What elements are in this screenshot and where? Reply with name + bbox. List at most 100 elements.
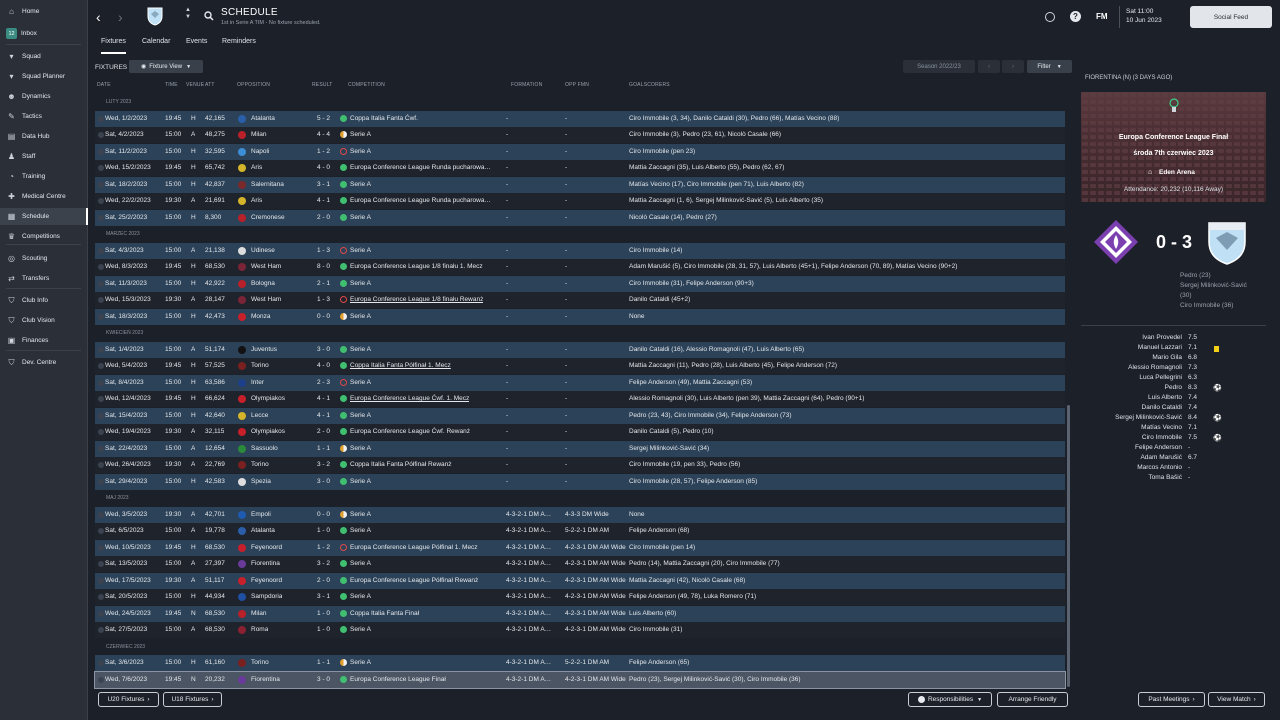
lineup-row[interactable]: Adam Marušić 6.7	[1078, 454, 1266, 464]
fixture-row[interactable]: Wed, 19/4/2023 19:30 A 32,115 Olympiakos 2 - …	[95, 424, 1065, 440]
lineup-row[interactable]: Marcos Antonio -	[1078, 464, 1266, 474]
opposition-name[interactable]: Torino	[251, 358, 269, 374]
sidebar-item-dynamics[interactable]: ☻ Dynamics	[0, 88, 88, 105]
fixture-row[interactable]: Wed, 24/5/2023 19:45 N 68,530 Milan 1 - 0 Copp…	[95, 605, 1065, 622]
competition-name[interactable]: Serie A	[350, 556, 371, 572]
tab-fixtures[interactable]: Fixtures	[101, 38, 126, 54]
fixture-row[interactable]: Wed, 15/3/2023 19:30 A 28,147 West Ham 1 - 3 E…	[95, 292, 1065, 308]
sidebar-item-squad-planner[interactable]: ▾ Squad Planner	[0, 68, 88, 85]
competition-name[interactable]: Serie A	[350, 408, 371, 424]
sidebar-item-schedule[interactable]: ▦ Schedule	[0, 208, 88, 225]
fixture-row[interactable]: Wed, 1/2/2023 19:45 H 42,165 Atalanta 5 - 2 Co…	[95, 110, 1065, 127]
lineup-row[interactable]: Alessio Romagnoli 7.3	[1078, 364, 1266, 374]
lineup-row[interactable]: Mario Gila 6.8	[1078, 354, 1266, 364]
fixture-row[interactable]: Wed, 17/5/2023 19:30 A 51,117 Feyenoord 2 - 0…	[95, 572, 1065, 589]
fixture-row[interactable]: Wed, 26/4/2023 19:30 A 22,769 Torino 3 - 2 Cop…	[95, 457, 1065, 473]
row-select-radio[interactable]	[98, 511, 104, 518]
competition-name[interactable]: Serie A	[350, 589, 371, 605]
view-match-button[interactable]: View Match ›	[1208, 692, 1265, 707]
fixture-row[interactable]: Sat, 1/4/2023 15:00 A 51,174 Juventus 3 - 0 Se…	[95, 341, 1065, 358]
competition-name[interactable]: Europa Conference League Półfinał Rewanż	[350, 573, 478, 589]
row-select-radio[interactable]	[98, 577, 104, 584]
competition-name[interactable]: Serie A	[350, 474, 371, 490]
opposition-name[interactable]: Sampdoria	[251, 589, 282, 605]
fixture-row[interactable]: Sat, 18/2/2023 15:00 H 42,837 Salernitana 3 -…	[95, 176, 1065, 193]
column-header-formation[interactable]: FORMATION	[511, 82, 542, 88]
lazio-crest-icon[interactable]	[1206, 220, 1248, 266]
competition-name[interactable]: Serie A	[350, 309, 371, 325]
row-select-radio[interactable]	[98, 544, 104, 551]
opposition-name[interactable]: Olympiakos	[251, 424, 285, 440]
sidebar-item-club-vision[interactable]: ⛉ Club Vision	[0, 312, 88, 329]
competition-name[interactable]: Serie A	[350, 375, 371, 391]
column-header-opposition[interactable]: OPPOSITION	[237, 82, 270, 88]
social-feed-button[interactable]: Social Feed	[1190, 6, 1272, 28]
competition-name[interactable]: Europa Conference League Ćwf. 1. Mecz	[350, 391, 469, 407]
fixture-row[interactable]: Wed, 22/2/2023 19:30 A 21,691 Aris 4 - 1 Europ…	[95, 193, 1065, 209]
competition-name[interactable]: Serie A	[350, 655, 371, 671]
tab-calendar[interactable]: Calendar	[142, 38, 170, 50]
row-select-radio[interactable]	[98, 676, 104, 683]
opposition-name[interactable]: Cremonese	[251, 210, 285, 226]
opposition-name[interactable]: Milan	[251, 606, 267, 622]
help-icon[interactable]: ?	[1070, 11, 1081, 22]
column-header-result[interactable]: RESULT	[312, 82, 333, 88]
opposition-name[interactable]: Salernitana	[251, 177, 284, 193]
row-select-radio[interactable]	[98, 528, 104, 534]
club-badge-icon[interactable]	[1045, 12, 1055, 22]
row-select-radio[interactable]	[98, 660, 104, 666]
lineup-row[interactable]: Manuel Lazzari 7.1	[1078, 344, 1266, 354]
row-select-radio[interactable]	[98, 363, 104, 369]
row-select-radio[interactable]	[98, 115, 104, 122]
lineup-row[interactable]: Pedro 8.3 ⚽	[1078, 384, 1266, 394]
lineup-row[interactable]: Felipe Anderson -	[1078, 444, 1266, 454]
competition-name[interactable]: Europa Conference League Runda pucharowa…	[350, 193, 491, 209]
sidebar-item-inbox[interactable]: 12 Inbox	[0, 25, 88, 42]
row-select-radio[interactable]	[98, 412, 104, 419]
competition-name[interactable]: Serie A	[350, 276, 371, 292]
sidebar-item-tactics[interactable]: ✎ Tactics	[0, 108, 88, 125]
column-header-competition[interactable]: COMPETITION	[348, 82, 385, 88]
lineup-row[interactable]: Luca Pellegrini 6.3	[1078, 374, 1266, 384]
row-select-radio[interactable]	[98, 429, 104, 435]
column-header-date[interactable]: DATE	[97, 82, 111, 88]
column-header-venue[interactable]: VENUE	[186, 82, 204, 88]
competition-name[interactable]: Serie A	[350, 342, 371, 358]
competition-name[interactable]: Europa Conference League Ćwf. Rewanż	[350, 424, 470, 440]
row-select-radio[interactable]	[98, 445, 104, 452]
arrange-friendly-button[interactable]: Arrange Friendly	[997, 692, 1068, 707]
row-select-radio[interactable]	[98, 462, 104, 468]
row-select-radio[interactable]	[98, 627, 104, 633]
row-select-radio[interactable]	[98, 561, 104, 567]
fixture-row[interactable]: Sat, 13/5/2023 15:00 A 27,397 Fiorentina 3 - …	[95, 556, 1065, 572]
sidebar-item-home[interactable]: ⌂ Home	[0, 3, 88, 20]
competition-name[interactable]: Europa Conference League 1/8 finału Rewa…	[350, 292, 483, 308]
opposition-name[interactable]: Milan	[251, 127, 267, 143]
opposition-name[interactable]: Torino	[251, 457, 269, 473]
row-select-radio[interactable]	[98, 264, 104, 270]
row-select-radio[interactable]	[98, 148, 104, 155]
opposition-name[interactable]: Sassuolo	[251, 441, 278, 457]
fixture-row[interactable]: Sat, 6/5/2023 15:00 A 19,778 Atalanta 1 - 0 Se…	[95, 523, 1065, 539]
fixture-row[interactable]: Sat, 29/4/2023 15:00 H 42,583 Spezia 3 - 0 Ser…	[95, 473, 1065, 490]
tab-reminders[interactable]: Reminders	[222, 38, 256, 50]
opposition-name[interactable]: Spezia	[251, 474, 271, 490]
sidebar-item-data-hub[interactable]: ▤ Data Hub	[0, 128, 88, 145]
competition-name[interactable]: Europa Conference League Półfinał 1. Mec…	[350, 540, 478, 556]
fixture-row[interactable]: Sat, 15/4/2023 15:00 H 42,640 Lecce 4 - 1 Seri…	[95, 407, 1065, 424]
row-select-radio[interactable]	[98, 165, 104, 171]
row-select-radio[interactable]	[98, 214, 104, 221]
opposition-name[interactable]: Fiorentina	[251, 556, 280, 572]
fiorentina-crest-icon[interactable]	[1092, 218, 1140, 266]
lineup-row[interactable]: Sergej Milinković-Savić 8.4 ⚽	[1078, 414, 1266, 424]
opposition-name[interactable]: Fiorentina	[251, 672, 280, 688]
opposition-name[interactable]: Feyenoord	[251, 540, 282, 556]
competition-name[interactable]: Serie A	[350, 622, 371, 638]
column-header-goalscorers[interactable]: GOALSCORERS	[629, 82, 670, 88]
lineup-row[interactable]: Matías Vecino 7.1	[1078, 424, 1266, 434]
fixture-row[interactable]: Wed, 3/5/2023 19:30 A 42,701 Empoli 0 - 0 Seri…	[95, 506, 1065, 523]
responsibilities-button[interactable]: Responsibilities ▼	[908, 692, 992, 707]
competition-name[interactable]: Europa Conference League Finał	[350, 672, 446, 688]
opposition-name[interactable]: Roma	[251, 622, 268, 638]
search-icon[interactable]	[204, 11, 214, 21]
